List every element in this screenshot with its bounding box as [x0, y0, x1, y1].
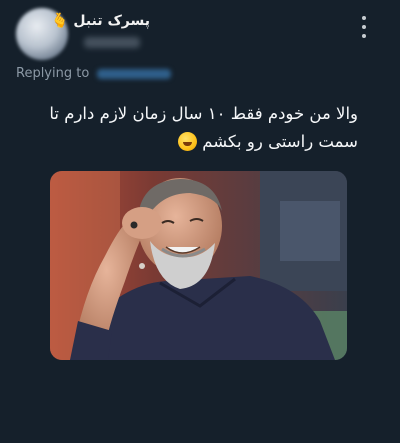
more-options-icon[interactable]: [362, 16, 366, 38]
replying-to-line: Replying to: [16, 66, 172, 81]
tweet-photo[interactable]: [50, 171, 347, 360]
display-name-text: پسرک تنبل: [73, 13, 150, 29]
replying-to-label: Replying to: [16, 66, 90, 81]
tweet-line-2: سمت راستی رو بکشم: [40, 128, 358, 156]
tweet-line-2-text: سمت راستی رو بکشم: [202, 132, 358, 151]
tweet-line-1: والا من خودم فقط ۱۰ سال زمان لازم دارم ت…: [49, 104, 358, 123]
reply-handle-redacted[interactable]: [97, 68, 172, 79]
username-emoji: 🫰: [51, 13, 69, 29]
tweet-text: والا من خودم فقط ۱۰ سال زمان لازم دارم ت…: [40, 100, 358, 156]
laughing-emoji-icon: [177, 132, 197, 151]
handle-redacted: [84, 37, 140, 48]
display-name[interactable]: پسرک تنبل 🫰: [51, 13, 150, 29]
